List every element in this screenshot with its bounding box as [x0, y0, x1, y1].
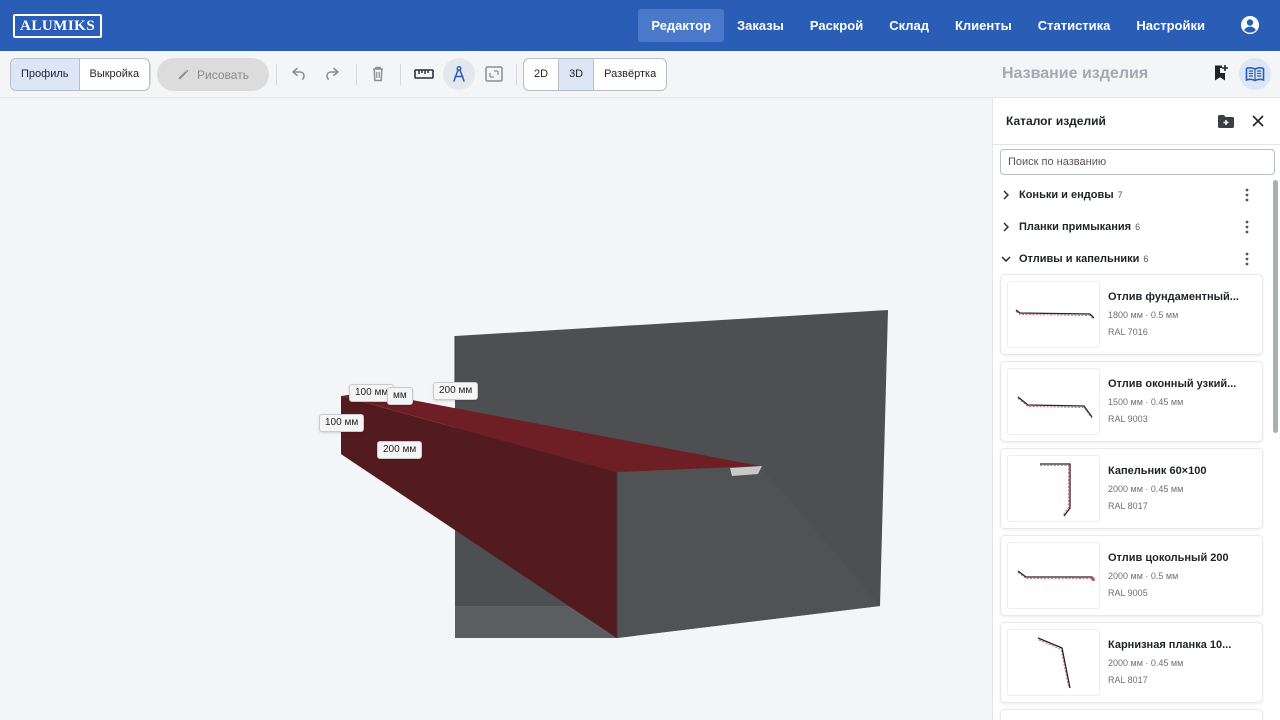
nav-item-editor[interactable]: Редактор — [638, 9, 724, 42]
toolbar-divider — [516, 64, 517, 85]
catalog-item-ral: RAL 9005 — [1108, 588, 1148, 598]
compass-icon[interactable] — [443, 58, 475, 90]
fit-view-icon[interactable] — [483, 63, 505, 85]
catalog-group-name: Отливы и капельники — [1019, 253, 1140, 265]
profile-thumbnail — [1007, 281, 1100, 348]
chevron-right-icon — [993, 222, 1019, 232]
editor-canvas[interactable]: 100 мм мм 200 мм 100 мм 200 мм — [0, 98, 992, 720]
catalog-item-card[interactable] — [1000, 709, 1263, 720]
catalog-item-card[interactable]: Отлив цокольный 200 2000 мм · 0.5 мм RAL… — [1000, 535, 1263, 616]
account-circle-icon[interactable] — [1240, 15, 1260, 35]
catalog-item-card[interactable]: Отлив оконный узкий... 1500 мм · 0.45 мм… — [1000, 361, 1263, 442]
mode-switch: Профиль Выкройка — [10, 58, 151, 91]
nav-item-orders[interactable]: Заказы — [724, 9, 797, 42]
catalog-group[interactable]: Коньки и ендовы 7 — [993, 179, 1263, 211]
top-navbar: ALUMIKS Редактор Заказы Раскрой Склад Кл… — [0, 0, 1280, 51]
catalog-group-count: 6 — [1135, 222, 1141, 232]
catalog-panel: Каталог изделий Коньки и ендовы 7 Планки… — [992, 98, 1280, 720]
catalog-group-count: 7 — [1117, 190, 1123, 200]
more-vert-icon[interactable] — [1239, 219, 1255, 235]
nav-item-cutting[interactable]: Раскрой — [797, 9, 876, 42]
catalog-item-ral: RAL 7016 — [1108, 327, 1148, 337]
toolbar-divider — [400, 64, 401, 85]
catalog-item-ral: RAL 8017 — [1108, 675, 1148, 685]
view-switch: 2D 3D Развёртка — [523, 58, 668, 91]
bookmark-add-icon[interactable] — [1210, 62, 1232, 84]
catalog-group-name: Планки примыкания — [1019, 221, 1132, 233]
redo-icon[interactable] — [322, 63, 344, 85]
profile-thumbnail — [1007, 368, 1100, 435]
catalog-scrollbar[interactable] — [1273, 180, 1278, 433]
catalog-title: Каталог изделий — [1006, 114, 1106, 128]
chevron-right-icon — [993, 190, 1019, 200]
chevron-down-icon — [993, 255, 1019, 263]
folder-add-icon[interactable] — [1215, 110, 1237, 132]
catalog-item-card[interactable]: Отлив фундаментный... 1800 мм · 0.5 мм R… — [1000, 274, 1263, 355]
catalog-item-spec: 2000 мм · 0.5 мм — [1108, 571, 1179, 581]
nav-item-statistics[interactable]: Статистика — [1025, 9, 1124, 42]
pencil-icon — [178, 69, 189, 80]
catalog-book-icon[interactable] — [1239, 58, 1271, 90]
catalog-item-ral: RAL 8017 — [1108, 501, 1148, 511]
catalog-group[interactable]: Отливы и капельники 6 — [993, 243, 1263, 275]
nav-item-clients[interactable]: Клиенты — [942, 9, 1025, 42]
product-name-title[interactable]: Название изделия — [1002, 65, 1148, 83]
tab-3d[interactable]: 3D — [559, 59, 595, 90]
more-vert-icon[interactable] — [1239, 251, 1255, 267]
profile-thumbnail — [1007, 455, 1100, 522]
catalog-group[interactable]: Планки примыкания 6 — [993, 211, 1263, 243]
app-logo[interactable]: ALUMIKS — [13, 14, 103, 38]
profile-thumbnail — [1007, 629, 1100, 696]
catalog-item-name: Отлив оконный узкий... — [1108, 378, 1237, 390]
delete-icon[interactable] — [367, 63, 389, 85]
catalog-item-name: Отлив цокольный 200 — [1108, 552, 1229, 564]
tab-2d[interactable]: 2D — [524, 59, 560, 90]
catalog-item-spec: 1800 мм · 0.5 мм — [1108, 310, 1179, 320]
catalog-group-count: 6 — [1143, 254, 1149, 264]
draw-button[interactable]: Рисовать — [157, 58, 269, 91]
close-icon[interactable] — [1247, 110, 1269, 132]
panel-divider — [993, 144, 1280, 145]
catalog-group-name: Коньки и ендовы — [1019, 189, 1114, 201]
dimension-label[interactable]: 100 мм — [319, 414, 365, 432]
catalog-item-spec: 2000 мм · 0.45 мм — [1108, 658, 1184, 668]
catalog-search-input[interactable] — [1000, 149, 1275, 175]
nav-item-settings[interactable]: Настройки — [1123, 9, 1218, 42]
profile-3d-view[interactable] — [0, 98, 992, 720]
tab-unfold[interactable]: Развёртка — [594, 59, 666, 90]
draw-button-label: Рисовать — [197, 67, 249, 82]
catalog-item-card[interactable]: Карнизная планка 10... 2000 мм · 0.45 мм… — [1000, 622, 1263, 703]
catalog-item-name: Капельник 60×100 — [1108, 465, 1207, 477]
catalog-item-name: Отлив фундаментный... — [1108, 291, 1239, 303]
toolbar-divider — [150, 64, 151, 85]
toolbar-divider — [276, 64, 277, 85]
catalog-item-ral: RAL 9003 — [1108, 414, 1148, 424]
nav-item-warehouse[interactable]: Склад — [876, 9, 942, 42]
catalog-item-spec: 2000 мм · 0.45 мм — [1108, 484, 1184, 494]
main-nav: Редактор Заказы Раскрой Склад Клиенты Ст… — [638, 9, 1218, 42]
undo-icon[interactable] — [287, 63, 309, 85]
dimension-label[interactable]: мм — [387, 387, 413, 405]
ruler-icon[interactable] — [413, 63, 435, 85]
dimension-label[interactable]: 200 мм — [433, 382, 479, 400]
catalog-item-card[interactable]: Капельник 60×100 2000 мм · 0.45 мм RAL 8… — [1000, 448, 1263, 529]
catalog-item-name: Карнизная планка 10... — [1108, 639, 1232, 651]
tab-profile[interactable]: Профиль — [11, 59, 80, 90]
profile-thumbnail — [1007, 542, 1100, 609]
more-vert-icon[interactable] — [1239, 187, 1255, 203]
dimension-label[interactable]: 200 мм — [377, 441, 423, 459]
toolbar-divider — [356, 64, 357, 85]
catalog-item-spec: 1500 мм · 0.45 мм — [1108, 397, 1184, 407]
tab-pattern[interactable]: Выкройка — [80, 59, 150, 90]
